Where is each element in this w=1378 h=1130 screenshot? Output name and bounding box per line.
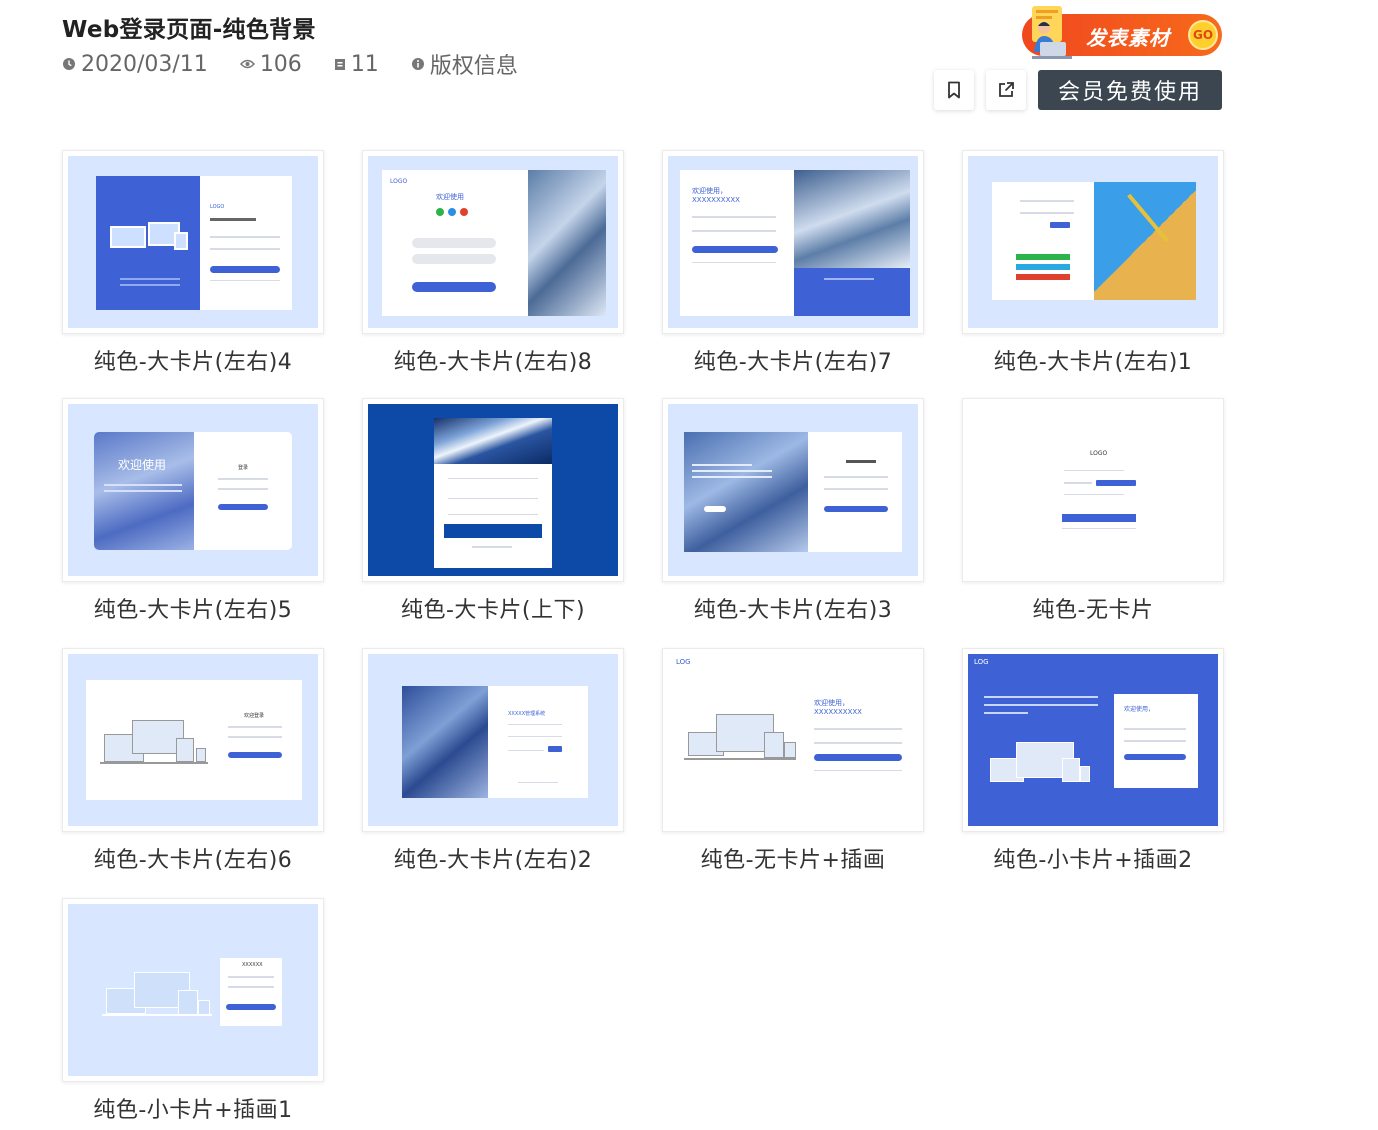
template-caption[interactable]: 纯色-大卡片(左右)4 <box>62 344 324 376</box>
template-card[interactable]: 欢迎登录 纯色-大卡片(左右)6 <box>62 648 324 874</box>
template-thumbnail[interactable]: 欢迎使用 登录 <box>62 398 324 582</box>
thumb-preview: XXXXXX <box>68 904 318 1076</box>
copyright-link[interactable]: 版权信息 <box>430 48 518 80</box>
meta-date: 2020/03/11 <box>62 52 208 77</box>
promo-banner[interactable]: 发表素材 GO <box>1022 6 1222 59</box>
template-card[interactable]: 纯色-大卡片(左右)1 <box>962 150 1224 376</box>
clock-icon <box>63 58 75 70</box>
thumb-welcome-x: 欢迎使用， <box>814 699 849 707</box>
thumb-welcome: 欢迎使用 <box>118 458 167 472</box>
thumb-logo: LOGO <box>210 204 225 210</box>
thumb-preview: 欢迎使用 登录 <box>68 404 318 576</box>
template-caption[interactable]: 纯色-无卡片 <box>962 592 1224 624</box>
thumb-login-title: 欢迎登录 <box>244 713 265 719</box>
meta-copyright[interactable]: 版权信息 <box>411 48 518 80</box>
template-card[interactable]: LOGO 纯色-大卡片(左右)4 <box>62 150 324 376</box>
thumb-preview: XXXXX管理系统 <box>368 654 618 826</box>
date-text: 2020/03/11 <box>81 51 208 77</box>
template-card[interactable]: LOG 欢迎使用， XXXXXXXXXX 纯色-无卡片+插画 <box>662 648 924 874</box>
thumb-preview: LOGO <box>68 156 318 328</box>
template-thumbnail[interactable]: LOGO <box>962 398 1224 582</box>
external-link-icon <box>999 82 1014 97</box>
thumb-logo: LOGO <box>390 178 408 185</box>
template-card[interactable]: LOGO 纯色-无卡片 <box>962 398 1224 624</box>
thumb-xname: XXXXXXXXXX <box>814 708 862 716</box>
template-card[interactable]: LOG 欢迎使用， 纯色-小卡片+插画2 <box>962 648 1224 874</box>
meta-views: 106 <box>239 51 302 77</box>
template-thumbnail[interactable]: XXXXX管理系统 <box>362 648 624 832</box>
template-caption[interactable]: 纯色-小卡片+插画2 <box>962 842 1224 874</box>
thumb-preview: 欢迎使用， XXXXXXXXXX <box>668 156 918 328</box>
template-caption[interactable]: 纯色-大卡片(上下) <box>362 592 624 624</box>
person-laptop-icon <box>1032 6 1072 59</box>
thumb-x6: XXXXXX <box>242 962 263 968</box>
template-card[interactable]: 纯色-大卡片(左右)3 <box>662 398 924 624</box>
go-badge[interactable]: GO <box>1188 20 1218 50</box>
template-thumbnail[interactable]: 欢迎登录 <box>62 648 324 832</box>
template-caption[interactable]: 纯色-大卡片(左右)1 <box>962 344 1224 376</box>
thumb-deng: 登录 <box>238 465 249 471</box>
template-thumbnail[interactable]: LOG 欢迎使用， <box>962 648 1224 832</box>
template-caption[interactable]: 纯色-大卡片(左右)8 <box>362 344 624 376</box>
template-thumbnail[interactable]: LOGO 欢迎使用 <box>362 150 624 334</box>
thumb-preview <box>968 156 1218 328</box>
thumb-preview: LOG 欢迎使用， <box>968 654 1218 826</box>
page-title: Web登录页面-纯色背景 <box>62 17 316 43</box>
thumb-preview: LOG 欢迎使用， XXXXXXXXXX <box>668 654 918 826</box>
member-free-button[interactable]: 会员免费使用 <box>1038 70 1222 110</box>
share-button[interactable] <box>986 70 1026 110</box>
thumb-welcome-x: 欢迎使用， <box>1124 706 1155 713</box>
template-thumbnail[interactable]: XXXXXX <box>62 898 324 1082</box>
meta-count: 11 <box>334 52 379 77</box>
template-card[interactable]: XXXXX管理系统 纯色-大卡片(左右)2 <box>362 648 624 874</box>
template-caption[interactable]: 纯色-无卡片+插画 <box>662 842 924 874</box>
template-thumbnail[interactable]: 欢迎使用， XXXXXXXXXX <box>662 150 924 334</box>
eye-icon <box>239 59 255 69</box>
count-text: 11 <box>350 51 379 77</box>
bookmark-icon <box>948 81 960 99</box>
thumb-log: LOG <box>974 658 989 666</box>
template-caption[interactable]: 纯色-大卡片(左右)7 <box>662 344 924 376</box>
thumb-welcome: 欢迎使用 <box>436 193 464 201</box>
thumb-welcome-x: 欢迎使用， <box>692 187 727 195</box>
thumb-log: LOG <box>676 658 691 666</box>
thumb-preview <box>668 404 918 576</box>
file-icon <box>334 58 345 70</box>
template-card[interactable]: XXXXXX 纯色-小卡片+插画1 <box>62 898 324 1124</box>
template-card[interactable]: 欢迎使用 登录 纯色-大卡片(左右)5 <box>62 398 324 624</box>
template-thumbnail[interactable] <box>662 398 924 582</box>
template-caption[interactable]: 纯色-大卡片(左右)6 <box>62 842 324 874</box>
views-text: 106 <box>259 51 302 77</box>
thumb-preview: 欢迎登录 <box>68 654 318 826</box>
template-caption[interactable]: 纯色-大卡片(左右)5 <box>62 592 324 624</box>
thumb-preview <box>368 404 618 576</box>
meta-row: 2020/03/11 106 11 版权信息 <box>62 48 550 80</box>
thumb-xname: XXXXXXXXXX <box>692 196 740 204</box>
bookmark-button[interactable] <box>934 70 974 110</box>
template-card[interactable]: 纯色-大卡片(上下) <box>362 398 624 624</box>
template-card[interactable]: LOGO 欢迎使用 纯色-大卡片(左右)8 <box>362 150 624 376</box>
template-thumbnail[interactable]: LOGO <box>62 150 324 334</box>
thumb-preview: LOGO 欢迎使用 <box>368 156 618 328</box>
info-icon <box>411 58 424 70</box>
template-thumbnail[interactable] <box>962 150 1224 334</box>
template-thumbnail[interactable] <box>362 398 624 582</box>
template-caption[interactable]: 纯色-大卡片(左右)2 <box>362 842 624 874</box>
promo-text: 发表素材 <box>1086 26 1170 50</box>
template-caption[interactable]: 纯色-大卡片(左右)3 <box>662 592 924 624</box>
thumb-sys: XXXXX管理系统 <box>508 711 546 717</box>
template-caption[interactable]: 纯色-小卡片+插画1 <box>62 1092 324 1124</box>
thumb-preview: LOGO <box>968 404 1218 576</box>
template-thumbnail[interactable]: LOG 欢迎使用， XXXXXXXXXX <box>662 648 924 832</box>
template-card[interactable]: 欢迎使用， XXXXXXXXXX 纯色-大卡片(左右)7 <box>662 150 924 376</box>
thumb-logo: LOGO <box>1090 450 1108 457</box>
